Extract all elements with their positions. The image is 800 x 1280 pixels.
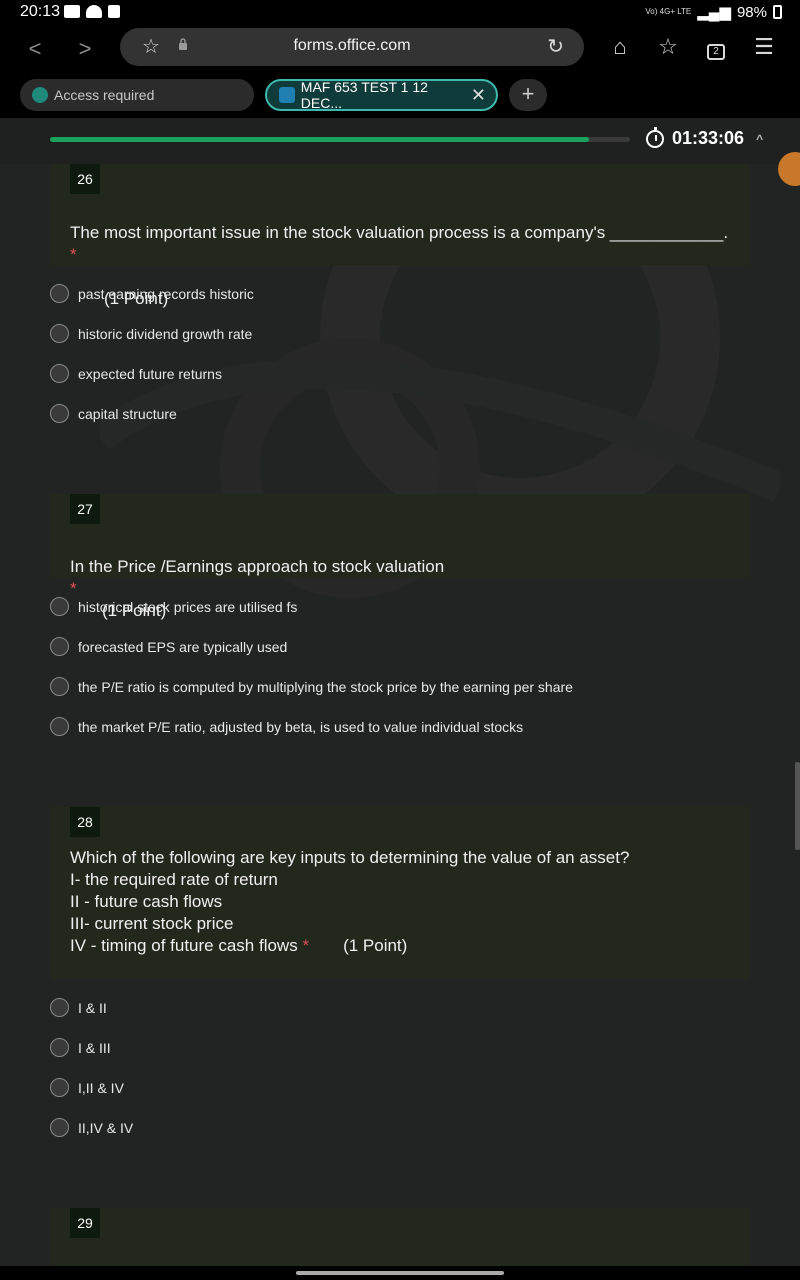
- radio-button[interactable]: [50, 998, 69, 1017]
- radio-button[interactable]: [50, 324, 69, 343]
- question-block: 28 Which of the following are key inputs…: [50, 807, 750, 979]
- forward-icon[interactable]: >: [70, 36, 100, 62]
- reload-icon[interactable]: ↻: [547, 34, 564, 59]
- radio-option[interactable]: past earning records historic: [50, 284, 254, 303]
- option-label: I & III: [78, 1039, 111, 1056]
- home-indicator[interactable]: [296, 1271, 504, 1275]
- browser-toolbar: < > ☆ forms.office.com ↻ ⌂ ☆ 2 ☰: [0, 26, 800, 72]
- radio-option[interactable]: I & III: [50, 1038, 111, 1057]
- tab-count: 2: [707, 44, 725, 60]
- tab-strip: Access required MAF 653 TEST 1 12 DEC...…: [0, 72, 800, 118]
- tabs-icon[interactable]: 2: [701, 34, 731, 60]
- radio-button[interactable]: [50, 1078, 69, 1097]
- question-number: 26: [70, 164, 100, 194]
- option-label: the market P/E ratio, adjusted by beta, …: [78, 718, 524, 735]
- question-block: 29: [50, 1208, 750, 1266]
- scrollbar[interactable]: [795, 762, 800, 850]
- radio-button[interactable]: [50, 404, 69, 423]
- radio-option[interactable]: capital structure: [50, 404, 177, 423]
- close-icon[interactable]: ✕: [471, 85, 486, 106]
- option-label: historic dividend growth rate: [78, 325, 253, 342]
- option-label: forecasted EPS are typically used: [78, 638, 288, 655]
- network-indicator: Vo) 4G+ LTE: [645, 7, 692, 16]
- signal-icon: ▂▄▆: [697, 4, 731, 21]
- tab-forms-test[interactable]: MAF 653 TEST 1 12 DEC... ✕: [265, 79, 498, 111]
- tab-access-required[interactable]: Access required: [20, 79, 254, 111]
- radio-button[interactable]: [50, 597, 69, 616]
- option-label: capital structure: [78, 405, 177, 422]
- option-label: past earning records historic: [78, 285, 254, 302]
- stopwatch-icon: [646, 126, 664, 148]
- notification-icons: [64, 5, 120, 18]
- radio-button[interactable]: [50, 284, 69, 303]
- radio-button[interactable]: [50, 717, 69, 736]
- video-call-icon: [64, 5, 80, 18]
- cloud-icon: [86, 5, 102, 18]
- radio-button[interactable]: [50, 637, 69, 656]
- floating-action-button[interactable]: [778, 152, 800, 186]
- required-asterisk: *: [70, 579, 77, 598]
- option-label: II,IV & IV: [78, 1119, 134, 1136]
- forms-icon: [279, 87, 295, 103]
- back-icon[interactable]: <: [20, 36, 50, 62]
- new-tab-button[interactable]: +: [509, 79, 547, 111]
- form-page: 01:33:06 ^ 26 The most important issue i…: [0, 118, 800, 1266]
- address-bar[interactable]: ☆ forms.office.com ↻: [120, 28, 584, 66]
- radio-option[interactable]: II,IV & IV: [50, 1118, 133, 1137]
- question-block: 27 In the Price /Earnings approach to st…: [50, 494, 750, 620]
- radio-option[interactable]: I & II: [50, 998, 107, 1017]
- menu-icon[interactable]: ☰: [749, 34, 779, 60]
- progress-bar: [50, 137, 630, 142]
- radio-option[interactable]: I,II & IV: [50, 1078, 124, 1097]
- option-label: expected future returns: [78, 365, 222, 382]
- question-number: 28: [70, 807, 100, 837]
- radio-option[interactable]: expected future returns: [50, 364, 222, 383]
- option-label: I & II: [78, 999, 107, 1016]
- option-label: the P/E ratio is computed by multiplying…: [78, 678, 573, 695]
- radio-button[interactable]: [50, 677, 69, 696]
- radio-option[interactable]: the P/E ratio is computed by multiplying…: [50, 677, 573, 696]
- question-number: 29: [70, 1208, 100, 1238]
- bookmarks-icon[interactable]: ☆: [653, 34, 683, 60]
- battery-percent: 98%: [736, 3, 767, 21]
- question-text: Which of the following are key inputs to…: [70, 847, 730, 957]
- question-block: 26 The most important issue in the stock…: [50, 164, 750, 308]
- app-notification-icon: [108, 5, 120, 18]
- tab-label: MAF 653 TEST 1 12 DEC...: [300, 79, 428, 111]
- tab-label: Access required: [54, 87, 155, 103]
- status-bar: 20:13 Vo) 4G+ LTE ▂▄▆ 98%: [0, 0, 800, 26]
- required-asterisk: *: [302, 936, 310, 955]
- url-text: forms.office.com: [293, 37, 411, 54]
- progress-fill: [50, 137, 590, 142]
- option-label: I,II & IV: [78, 1079, 124, 1096]
- question-points: (1 Point): [343, 936, 408, 955]
- chevron-up-icon[interactable]: ^: [756, 132, 763, 146]
- radio-option[interactable]: forecasted EPS are typically used: [50, 637, 287, 656]
- radio-button[interactable]: [50, 1038, 69, 1057]
- timer-value: 01:33:06: [672, 128, 745, 148]
- radio-option[interactable]: the market P/E ratio, adjusted by beta, …: [50, 717, 523, 736]
- question-text-body: The most important issue in the stock va…: [70, 223, 729, 242]
- battery-icon: [773, 5, 782, 19]
- gesture-bar: [0, 1266, 800, 1280]
- question-number: 27: [70, 494, 100, 524]
- radio-option[interactable]: historical stock prices are utilised fs: [50, 597, 297, 616]
- timer[interactable]: 01:33:06 ^: [646, 126, 763, 149]
- radio-button[interactable]: [50, 364, 69, 383]
- option-label: historical stock prices are utilised fs: [78, 598, 298, 615]
- required-asterisk: *: [70, 245, 77, 264]
- home-icon[interactable]: ⌂: [605, 34, 635, 60]
- question-text-body: In the Price /Earnings approach to stock…: [70, 557, 445, 576]
- status-right: Vo) 4G+ LTE ▂▄▆ 98%: [645, 3, 782, 21]
- progress-header: 01:33:06 ^: [0, 118, 800, 164]
- clock: 20:13: [20, 3, 61, 20]
- radio-option[interactable]: historic dividend growth rate: [50, 324, 252, 343]
- sharepoint-icon: [32, 87, 48, 103]
- radio-button[interactable]: [50, 1118, 69, 1137]
